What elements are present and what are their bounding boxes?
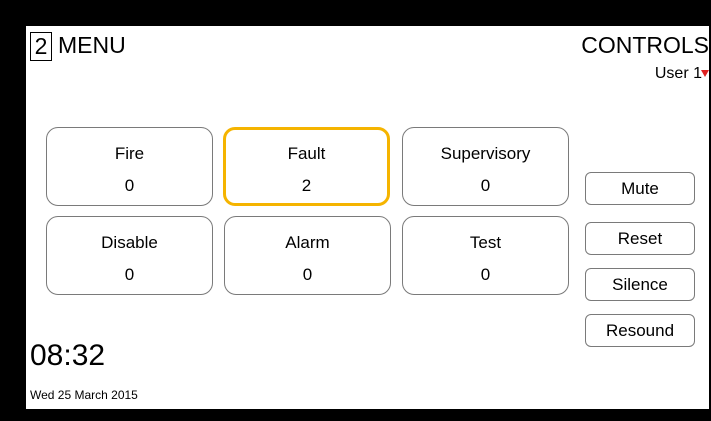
tile-label: Disable (101, 233, 158, 252)
tile-disable[interactable]: Disable 0 (46, 216, 213, 295)
reset-button[interactable]: Reset (585, 222, 695, 255)
resound-button[interactable]: Resound (585, 314, 695, 347)
page-title: CONTROLS (581, 32, 709, 58)
tile-label: Fault (287, 144, 326, 163)
user-label: User 1 (654, 65, 702, 82)
tile-count: 0 (480, 176, 491, 195)
tile-fault[interactable]: Fault 2 (223, 127, 390, 206)
tile-label: Test (469, 233, 502, 252)
menu-number-box[interactable]: 2 (30, 32, 52, 61)
clock-date: Wed 25 March 2015 (30, 388, 138, 402)
user-indicator-icon (701, 70, 709, 77)
tile-label: Supervisory (440, 144, 531, 163)
mute-button[interactable]: Mute (585, 172, 695, 205)
menu-label[interactable]: MENU (58, 32, 126, 59)
tile-supervisory[interactable]: Supervisory 0 (402, 127, 569, 206)
panel-screen: 2 MENU CONTROLS User 1 Fire 0 Fault 2 Su… (26, 26, 709, 409)
silence-button[interactable]: Silence (585, 268, 695, 301)
tile-label: Fire (114, 144, 145, 163)
tile-fire[interactable]: Fire 0 (46, 127, 213, 206)
tile-alarm[interactable]: Alarm 0 (224, 216, 391, 295)
clock-time: 08:32 (30, 339, 106, 372)
tile-count: 2 (301, 176, 312, 195)
tile-count: 0 (480, 265, 491, 284)
tile-test[interactable]: Test 0 (402, 216, 569, 295)
tile-count: 0 (124, 176, 135, 195)
tile-label: Alarm (285, 233, 330, 252)
tile-count: 0 (302, 265, 313, 284)
tile-count: 0 (124, 265, 135, 284)
